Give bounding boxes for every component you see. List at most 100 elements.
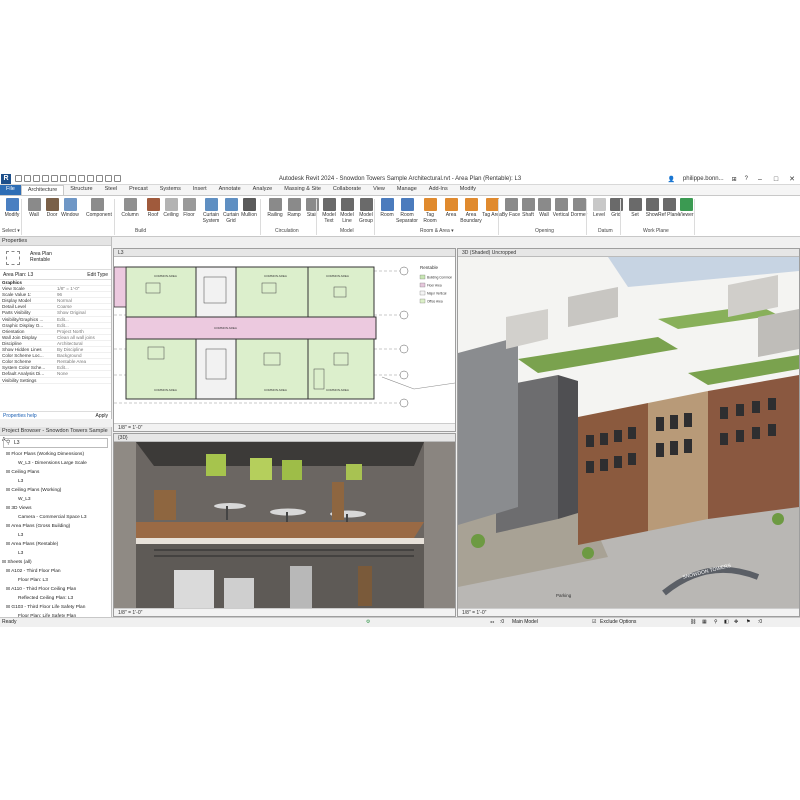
camera-render-canvas[interactable] bbox=[114, 442, 455, 610]
thin-lines-icon[interactable] bbox=[96, 175, 103, 182]
browser-tree-item[interactable]: ⊟ 3D Views bbox=[0, 504, 111, 513]
tool-window-button[interactable]: Window bbox=[59, 198, 81, 218]
instance-selector[interactable]: Area Plan: L3 bbox=[3, 272, 33, 278]
switch-windows-icon[interactable] bbox=[114, 175, 121, 182]
plan-view-window[interactable]: L3 COMMON AREA COMMON AREA COMMON AREA C… bbox=[113, 248, 456, 432]
text-icon[interactable] bbox=[69, 175, 76, 182]
browser-tree-item[interactable]: ⊟ Area Plans (Rentable) bbox=[0, 540, 111, 549]
browser-tree-item[interactable]: W_L3 bbox=[0, 495, 111, 504]
browser-tree-item[interactable]: Floor Plan: L3 bbox=[0, 576, 111, 585]
ribbon-panel-label[interactable]: Room & Area ▾ bbox=[420, 228, 454, 234]
user-icon[interactable]: 👤 bbox=[667, 176, 674, 183]
select-underlay-icon[interactable]: ▦ bbox=[702, 618, 707, 627]
revit-logo-icon[interactable]: R bbox=[1, 173, 11, 184]
tool-component-button[interactable]: Component bbox=[86, 198, 112, 218]
filter-icon[interactable]: ⚑ bbox=[746, 618, 750, 627]
select-links-icon[interactable]: ⛓ bbox=[690, 618, 696, 627]
camera-view-window[interactable]: {3D} 1/8" = 1'-0" bbox=[113, 433, 456, 617]
property-value[interactable]: Rentable Area bbox=[55, 359, 111, 364]
close-hidden-icon[interactable] bbox=[105, 175, 112, 182]
section-icon[interactable] bbox=[87, 175, 94, 182]
3d-view-icon[interactable] bbox=[78, 175, 85, 182]
browser-tree-item[interactable]: W_L3 - Dimensions Large Scale bbox=[0, 459, 111, 468]
tab-structure[interactable]: Structure bbox=[64, 185, 98, 195]
minimize-button[interactable]: – bbox=[756, 176, 764, 183]
exclude-options-checkbox[interactable]: ☑ bbox=[592, 618, 596, 627]
tab-modify[interactable]: Modify bbox=[454, 185, 482, 195]
tab-architecture[interactable]: Architecture bbox=[20, 185, 65, 195]
measure-icon[interactable] bbox=[60, 175, 67, 182]
browser-tree-item[interactable]: Camera - Commercial Space L3 bbox=[0, 513, 111, 522]
help-icon[interactable]: ? bbox=[745, 176, 748, 182]
tab-analyze[interactable]: Analyze bbox=[247, 185, 279, 195]
ribbon-panel-label[interactable]: Select ▾ bbox=[2, 228, 20, 234]
property-value[interactable]: Show Original bbox=[55, 310, 111, 315]
tab-precast[interactable]: Precast bbox=[123, 185, 154, 195]
property-value[interactable]: Clean all wall joins bbox=[55, 335, 111, 340]
type-selector[interactable]: Area Plan Rentable bbox=[0, 246, 111, 270]
worksets-icon[interactable]: ⚏ bbox=[490, 618, 494, 627]
tool-modify-button[interactable]: Modify bbox=[1, 198, 23, 218]
tab-add-ins[interactable]: Add-Ins bbox=[423, 185, 454, 195]
tab-collaborate[interactable]: Collaborate bbox=[327, 185, 367, 195]
browser-tree-item[interactable]: ⊟ Floor Plans (Working Dimensions) bbox=[0, 450, 111, 459]
browser-tree-item[interactable]: ⊟ A102 - Third Floor Plan bbox=[0, 567, 111, 576]
print-icon[interactable] bbox=[51, 175, 58, 182]
tab-view[interactable]: View bbox=[367, 185, 391, 195]
plan-view-tab[interactable]: L3 bbox=[114, 249, 455, 257]
browser-tree-item[interactable]: L3 bbox=[0, 477, 111, 486]
tool-room-button[interactable]: Room bbox=[376, 198, 398, 218]
cart-icon[interactable]: ⊞ bbox=[732, 176, 737, 183]
browser-search-input[interactable]: L3 bbox=[3, 438, 108, 448]
edit-type-button[interactable]: Edit Type bbox=[87, 272, 108, 278]
select-by-face-icon[interactable]: ◧ bbox=[724, 618, 729, 627]
tab-insert[interactable]: Insert bbox=[187, 185, 213, 195]
properties-help-link[interactable]: Properties help bbox=[3, 413, 37, 419]
browser-tree-item[interactable]: ⊟ G103 - Third Floor Life Safety Plan bbox=[0, 603, 111, 612]
property-value[interactable] bbox=[55, 280, 111, 285]
property-value[interactable]: Coarse bbox=[55, 304, 111, 309]
property-value[interactable]: Background bbox=[55, 353, 111, 358]
plan-view-control-bar[interactable]: 1/8" = 1'-0" bbox=[114, 423, 455, 431]
camera-view-control-bar[interactable]: 1/8" = 1'-0" bbox=[114, 608, 455, 616]
property-value[interactable]: Edit... bbox=[55, 317, 111, 322]
tool-area-button[interactable]: Area bbox=[440, 198, 462, 218]
maximize-button[interactable]: □ bbox=[772, 176, 780, 183]
tool-room-separator-button[interactable]: Room Separator bbox=[396, 198, 418, 224]
redo-icon[interactable] bbox=[42, 175, 49, 182]
shaded-3d-view-window[interactable]: 3D (Shaded) Uncropped SNOWDON TOWERS Par… bbox=[457, 248, 800, 617]
property-value[interactable]: Edit... bbox=[55, 323, 111, 328]
tab-steel[interactable]: Steel bbox=[99, 185, 124, 195]
property-value[interactable]: 1/8" = 1'-0" bbox=[55, 286, 111, 291]
property-row[interactable]: Visibility Settings bbox=[0, 378, 111, 384]
shaded-view-tab[interactable]: 3D (Shaded) Uncropped bbox=[458, 249, 799, 257]
tool-area-boundary-button[interactable]: Area Boundary bbox=[460, 198, 482, 224]
active-model-selector[interactable]: Main Model bbox=[512, 618, 538, 627]
browser-tree-item[interactable]: ⊟ Sheets (all) bbox=[0, 558, 111, 567]
property-value[interactable]: 96 bbox=[55, 292, 111, 297]
browser-tree-item[interactable]: ⊟ A110 - Third Floor Ceiling Plan bbox=[0, 585, 111, 594]
browser-tree-item[interactable]: Reflected Ceiling Plan: L3 bbox=[0, 594, 111, 603]
tool-mullion-button[interactable]: Mullion bbox=[238, 198, 260, 218]
tab-annotate[interactable]: Annotate bbox=[213, 185, 247, 195]
tab-massing-site[interactable]: Massing & Site bbox=[278, 185, 327, 195]
tab-manage[interactable]: Manage bbox=[391, 185, 423, 195]
color-fill-legend[interactable]: Rentable Building Common Floor Area Majo… bbox=[419, 265, 452, 304]
property-value[interactable]: Architectural bbox=[55, 341, 111, 346]
browser-tree-item[interactable]: ⊟ Ceiling Plans bbox=[0, 468, 111, 477]
save-icon[interactable] bbox=[24, 175, 31, 182]
property-value[interactable] bbox=[55, 378, 111, 383]
property-value[interactable]: By Discipline bbox=[55, 347, 111, 352]
tab-file[interactable]: File bbox=[0, 185, 21, 195]
camera-view-tab[interactable]: {3D} bbox=[114, 434, 455, 442]
property-value[interactable]: Normal bbox=[55, 298, 111, 303]
select-pinned-icon[interactable]: ⚲ bbox=[714, 618, 718, 627]
3d-model-canvas[interactable]: SNOWDON TOWERS Parking bbox=[458, 257, 799, 610]
tool-floor-button[interactable]: Floor bbox=[178, 198, 200, 218]
apply-button[interactable]: Apply bbox=[95, 413, 108, 419]
user-name[interactable]: philippe.bonn... bbox=[683, 176, 724, 182]
tool-column-button[interactable]: Column bbox=[119, 198, 141, 218]
floor-plan-canvas[interactable]: COMMON AREA COMMON AREA COMMON AREA COMM… bbox=[114, 257, 455, 425]
browser-tree-item[interactable]: L3 bbox=[0, 531, 111, 540]
tool-tag-room-button[interactable]: Tag Room bbox=[419, 198, 441, 224]
